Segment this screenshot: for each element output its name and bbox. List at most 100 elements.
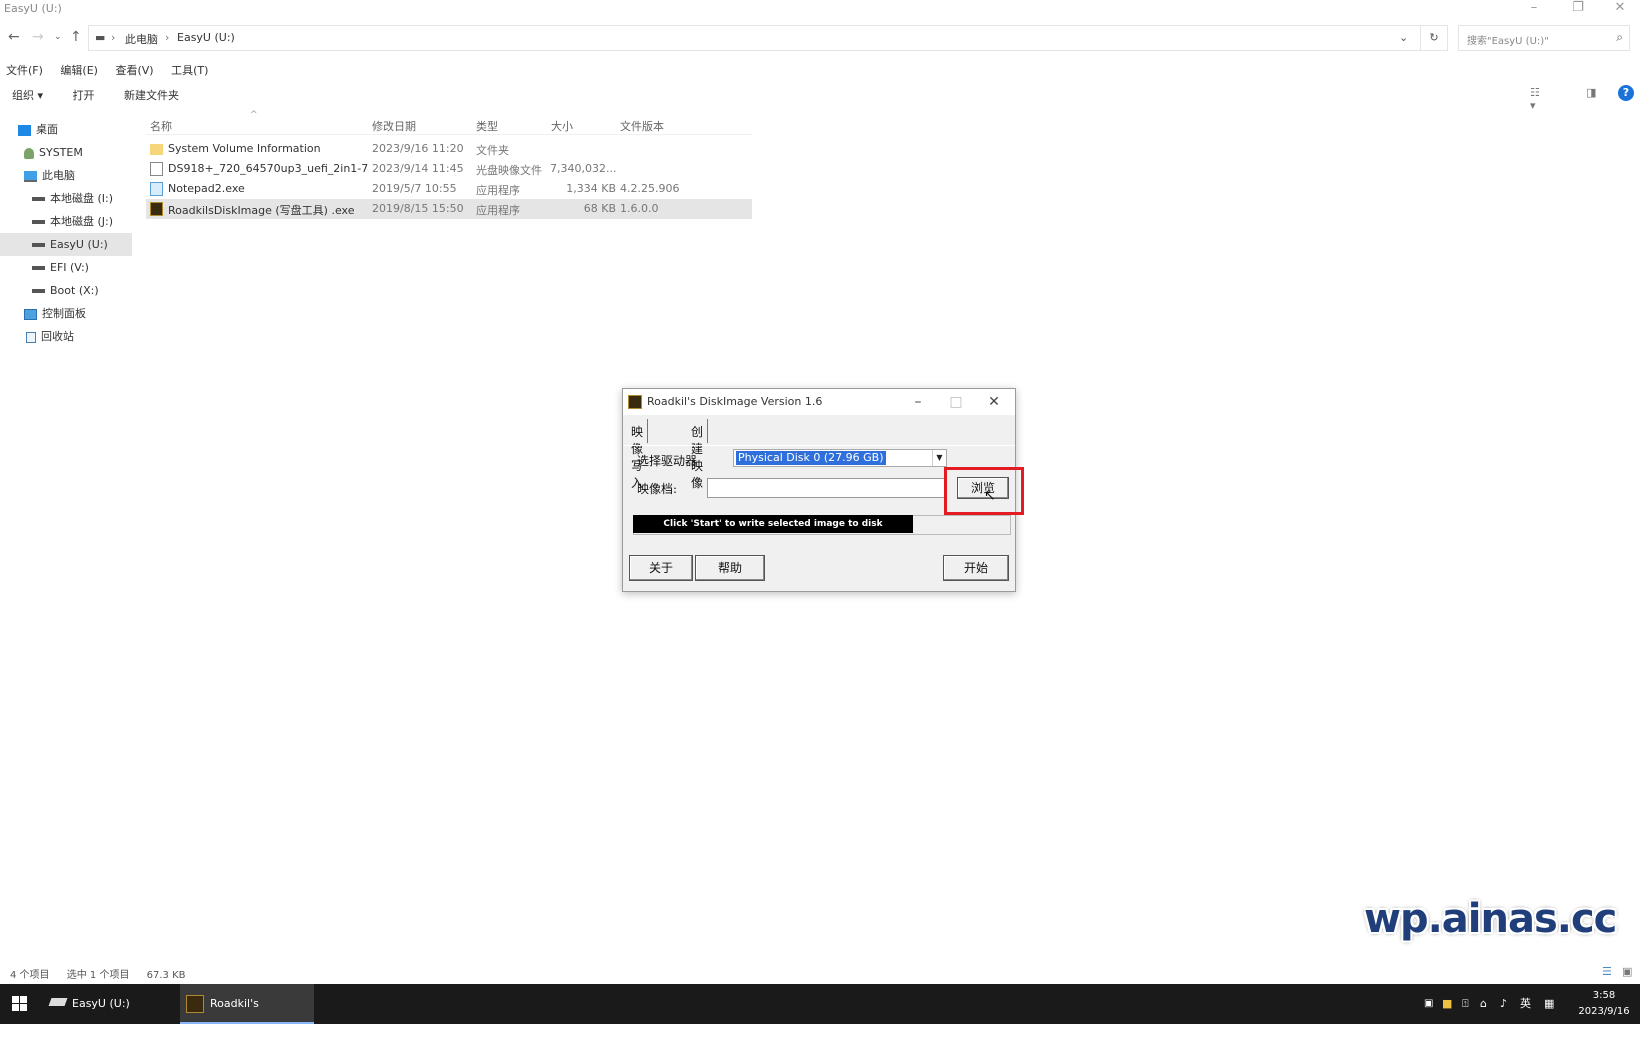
drive-icon bbox=[32, 243, 45, 247]
address-dropdown-icon[interactable]: ⌄ bbox=[1399, 31, 1408, 44]
user-icon bbox=[24, 147, 34, 159]
help-icon[interactable]: ? bbox=[1618, 85, 1634, 101]
file-row-selected[interactable]: RoadkilsDiskImage (写盘工具) .exe 2019/8/15 … bbox=[146, 199, 752, 219]
view-options-icon[interactable]: ☷ ▾ bbox=[1530, 86, 1540, 112]
large-icons-view-icon[interactable]: ▣ bbox=[1622, 965, 1632, 978]
nav-item-easyu[interactable]: EasyU (U:) bbox=[0, 233, 132, 256]
forward-arrow-icon[interactable]: → bbox=[32, 29, 44, 45]
menu-bar: 文件(F) 编辑(E) 查看(V) 工具(T) bbox=[6, 62, 222, 78]
file-list: ^ 名称 修改日期 类型 大小 文件版本 System Volume Infor… bbox=[146, 110, 752, 219]
nav-item-drive-j[interactable]: 本地磁盘 (J:) bbox=[0, 210, 132, 233]
breadcrumb-separator-icon: › bbox=[165, 31, 170, 44]
color-tray-icon[interactable]: ■ bbox=[1442, 984, 1452, 1024]
address-bar-row: ← → ⌄ ↑ ▬ › 此电脑 › EasyU (U:) ⌄ ↻ 搜索"Easy… bbox=[0, 25, 1640, 51]
column-header-version[interactable]: 文件版本 bbox=[620, 118, 664, 134]
drive-icon bbox=[48, 998, 68, 1006]
clock[interactable]: 3:58 2023/9/16 bbox=[1574, 988, 1634, 1020]
dialog-titlebar: Roadkil's DiskImage Version 1.6 – □ ✕ bbox=[623, 389, 1015, 415]
tab-write-image[interactable]: 映像写入 bbox=[627, 419, 649, 490]
recent-dropdown-icon[interactable]: ⌄ bbox=[54, 32, 62, 42]
column-header-name[interactable]: 名称 bbox=[150, 118, 172, 134]
help-button[interactable]: 帮助 bbox=[695, 555, 765, 581]
nav-item-system[interactable]: SYSTEM bbox=[0, 141, 132, 164]
drive-select[interactable]: Physical Disk 0 (27.96 GB) ▼ bbox=[733, 449, 947, 467]
refresh-button[interactable]: ↻ bbox=[1420, 25, 1448, 51]
dialog-close-button[interactable]: ✕ bbox=[979, 392, 1009, 412]
dialog-maximize-button[interactable]: □ bbox=[941, 392, 971, 412]
tab-create-image[interactable]: 创建映像 bbox=[687, 419, 709, 490]
close-button[interactable]: ✕ bbox=[1602, 0, 1638, 18]
organize-button[interactable]: 组织 ▾ bbox=[12, 87, 43, 103]
about-button[interactable]: 关于 bbox=[629, 555, 693, 581]
open-button[interactable]: 打开 bbox=[73, 87, 95, 103]
breadcrumb-easyu[interactable]: EasyU (U:) bbox=[177, 31, 235, 44]
start-button[interactable]: 开始 bbox=[943, 555, 1009, 581]
control-panel-icon bbox=[24, 308, 37, 320]
breadcrumb-this-pc[interactable]: 此电脑 bbox=[125, 31, 158, 47]
menu-view[interactable]: 查看(V) bbox=[115, 62, 153, 78]
app-tray-icon[interactable]: ▣ bbox=[1424, 984, 1433, 1024]
drive-label: 选择驱动器 bbox=[637, 454, 698, 468]
volume-icon[interactable]: ♪ bbox=[1500, 984, 1507, 1024]
drive-icon bbox=[32, 220, 45, 224]
nav-item-boot[interactable]: Boot (X:) bbox=[0, 279, 132, 302]
image-file-input[interactable] bbox=[707, 478, 947, 498]
taskbar-item-explorer[interactable]: EasyU (U:) bbox=[46, 984, 176, 1024]
nav-item-recycle-bin[interactable]: 回收站 bbox=[0, 325, 132, 348]
chevron-down-icon[interactable]: ▼ bbox=[932, 450, 946, 466]
menu-file[interactable]: 文件(F) bbox=[6, 62, 43, 78]
recycle-bin-icon bbox=[26, 331, 36, 343]
taskbar: EasyU (U:) Roadkil's DiskIma... ▣ ■ ⍐ ⌂ … bbox=[0, 984, 1640, 1050]
new-folder-button[interactable]: 新建文件夹 bbox=[124, 87, 179, 103]
folder-icon bbox=[150, 144, 163, 155]
taskbar-item-diskimage[interactable]: Roadkil's DiskIma... bbox=[180, 984, 314, 1050]
navigation-pane: 桌面 SYSTEM 此电脑 本地磁盘 (I:) 本地磁盘 (J:) EasyU … bbox=[0, 118, 132, 348]
nav-item-drive-i[interactable]: 本地磁盘 (I:) bbox=[0, 187, 132, 210]
clock-time: 3:58 bbox=[1592, 990, 1616, 1001]
keyboard-icon[interactable]: ▦ bbox=[1544, 984, 1554, 1024]
sort-ascending-icon: ^ bbox=[250, 110, 258, 120]
status-message: Click 'Start' to write selected image to… bbox=[633, 515, 913, 533]
drive-icon bbox=[32, 266, 45, 270]
nav-item-this-pc[interactable]: 此电脑 bbox=[0, 164, 132, 187]
diskimage-app-icon bbox=[150, 202, 163, 216]
mouse-cursor-icon: ↖ bbox=[984, 488, 996, 504]
up-arrow-icon[interactable]: ↑ bbox=[70, 29, 82, 45]
notepad-icon bbox=[150, 182, 163, 196]
clock-date: 2023/9/16 bbox=[1578, 1006, 1630, 1017]
refresh-icon: ↻ bbox=[1429, 31, 1439, 44]
column-header-row: ^ 名称 修改日期 类型 大小 文件版本 bbox=[146, 110, 752, 135]
usb-icon[interactable]: ⍐ bbox=[1462, 984, 1469, 1024]
image-file-label: 映像档: bbox=[637, 482, 678, 496]
file-row[interactable]: System Volume Information 2023/9/16 11:2… bbox=[146, 139, 752, 159]
selection-size: 67.3 KB bbox=[146, 970, 186, 981]
nav-item-efi[interactable]: EFI (V:) bbox=[0, 256, 132, 279]
minimize-button[interactable]: – bbox=[1516, 0, 1552, 18]
file-row[interactable]: Notepad2.exe 2019/5/7 10:55 应用程序 1,334 K… bbox=[146, 179, 752, 199]
menu-tools[interactable]: 工具(T) bbox=[171, 62, 208, 78]
drive-icon bbox=[32, 289, 45, 293]
nav-item-control-panel[interactable]: 控制面板 bbox=[0, 302, 132, 325]
breadcrumb-separator-icon: › bbox=[111, 31, 116, 44]
column-header-date[interactable]: 修改日期 bbox=[372, 118, 416, 134]
dialog-title: Roadkil's DiskImage Version 1.6 bbox=[647, 395, 823, 408]
ime-indicator[interactable]: 英 bbox=[1520, 984, 1531, 1024]
nav-item-desktop[interactable]: 桌面 bbox=[0, 118, 132, 141]
network-icon[interactable]: ⌂ bbox=[1480, 984, 1487, 1024]
address-box[interactable]: ▬ › 此电脑 › EasyU (U:) ⌄ bbox=[88, 25, 1448, 51]
start-button[interactable] bbox=[0, 984, 40, 1024]
column-header-type[interactable]: 类型 bbox=[476, 118, 498, 134]
preview-pane-icon[interactable]: ◨ bbox=[1586, 86, 1596, 99]
window-titlebar: EasyU (U:) – ❐ ✕ bbox=[0, 0, 1640, 20]
search-placeholder: 搜索"EasyU (U:)" bbox=[1467, 36, 1549, 47]
back-arrow-icon[interactable]: ← bbox=[8, 29, 20, 45]
dialog-minimize-button[interactable]: – bbox=[903, 392, 933, 412]
explorer-status-bar: 4 个项目 选中 1 个项目 67.3 KB bbox=[10, 966, 200, 981]
search-input[interactable]: 搜索"EasyU (U:)" ⌕ bbox=[1458, 25, 1630, 51]
details-view-icon[interactable]: ☰ bbox=[1602, 965, 1612, 978]
column-header-size[interactable]: 大小 bbox=[551, 118, 573, 134]
diskimage-app-icon bbox=[186, 995, 204, 1013]
restore-button[interactable]: ❐ bbox=[1560, 0, 1596, 18]
file-row[interactable]: DS918+_720_64570up3_uefi_2in1-7g_... 202… bbox=[146, 159, 752, 179]
menu-edit[interactable]: 编辑(E) bbox=[60, 62, 98, 78]
